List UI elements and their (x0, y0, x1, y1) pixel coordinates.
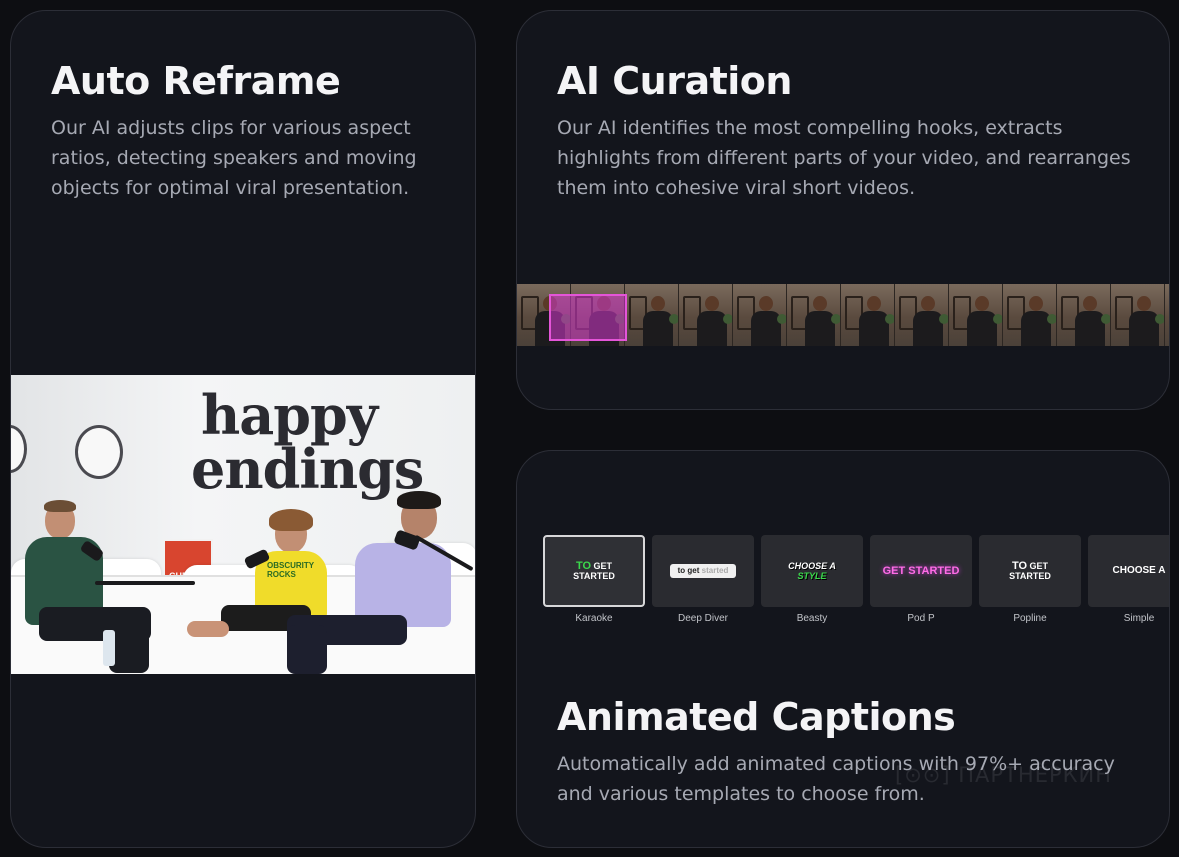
animated-captions-card: TO GET STARTED Karaoke to get started Dee… (516, 450, 1170, 848)
filmstrip-frame (1111, 284, 1165, 346)
template-popline[interactable]: TO GET STARTED Popline (979, 535, 1081, 624)
template-preview: CHOOSE A STYLE (761, 535, 863, 607)
template-label: Pod P (907, 613, 935, 624)
filmstrip-frame (895, 284, 949, 346)
filmstrip-frame (787, 284, 841, 346)
filmstrip-frame (625, 284, 679, 346)
preview-word: GET (593, 561, 613, 571)
wall-face-logo (75, 425, 123, 479)
shirt-text: OBSCURITY ROCKS (267, 561, 314, 579)
preview-word: STARTED (573, 571, 615, 581)
template-preview: CHOOSE A (1088, 535, 1169, 607)
template-label: Karaoke (575, 613, 613, 624)
preview-word: CHOOSE A (788, 561, 836, 571)
watermark: [⊙⊙] ПАРТНЁРКИН (895, 763, 1113, 787)
preview-word: STARTED (1009, 571, 1051, 581)
filmstrip-frame (1003, 284, 1057, 346)
template-label: Beasty (796, 613, 828, 624)
template-label: Popline (1013, 613, 1047, 624)
template-simple[interactable]: CHOOSE A Simple (1088, 535, 1169, 624)
animated-captions-title: Animated Captions (557, 695, 956, 739)
water-bottle (103, 630, 115, 666)
auto-reframe-title: Auto Reframe (51, 59, 341, 103)
filmstrip-frame (1165, 284, 1169, 346)
template-preview: TO GET STARTED (543, 535, 645, 607)
ai-curation-description: Our AI identifies the most compelling ho… (557, 117, 1131, 199)
filmstrip-frame (841, 284, 895, 346)
mic-arm-left (95, 581, 195, 585)
filmstrip-frame (733, 284, 787, 346)
template-preview: to get started (652, 535, 754, 607)
template-pod-p[interactable]: GET STARTED Pod P (870, 535, 972, 624)
preview-pill: to get started (669, 564, 737, 578)
template-label: Simple (1123, 613, 1155, 624)
preview-word-faded: started (701, 566, 729, 575)
template-beasty[interactable]: CHOOSE A STYLE Beasty (761, 535, 863, 624)
template-deep-diver[interactable]: to get started Deep Diver (652, 535, 754, 624)
preview-word: GET STARTED (882, 565, 960, 577)
neon-sign-endings: endings (191, 437, 424, 501)
template-preview: TO GET STARTED (979, 535, 1081, 607)
preview-word: CHOOSE A (1112, 565, 1166, 576)
podcast-video-frame: happy endings CHEAP OBSCURITY ROCKS (11, 375, 475, 674)
auto-reframe-description: Our AI adjusts clips for various aspect … (51, 117, 417, 199)
ai-curation-title: AI Curation (557, 59, 792, 103)
preview-word: GET (1029, 561, 1049, 571)
preview-word: to get (677, 566, 700, 575)
video-filmstrip (517, 284, 1169, 346)
preview-word-highlight: STYLE (797, 571, 827, 581)
filmstrip-frame (1057, 284, 1111, 346)
ai-curation-card: AI Curation Our AI identifies the most c… (516, 10, 1170, 410)
caption-template-list: TO GET STARTED Karaoke to get started Dee… (543, 535, 1169, 635)
highlight-selection-box (549, 294, 627, 341)
template-karaoke[interactable]: TO GET STARTED Karaoke (543, 535, 645, 624)
template-label: Deep Diver (677, 613, 729, 624)
filmstrip-frame (949, 284, 1003, 346)
filmstrip-frame (679, 284, 733, 346)
auto-reframe-card: Auto Reframe Our AI adjusts clips for va… (10, 10, 476, 848)
template-preview: GET STARTED (870, 535, 972, 607)
